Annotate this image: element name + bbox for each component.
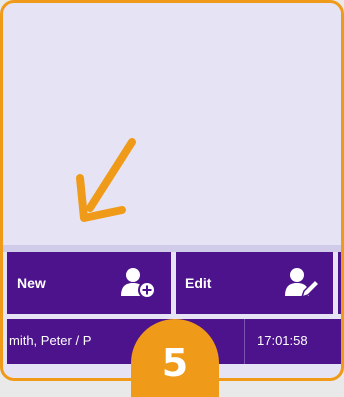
edit-user-icon [284, 266, 321, 305]
content-area [9, 9, 341, 245]
step-number-badge: 5 [131, 319, 219, 397]
record-time: 17:01:58 [257, 333, 308, 348]
next-toolbar-button[interactable] [338, 252, 341, 314]
add-user-icon [120, 266, 156, 305]
new-button-label: New [17, 275, 46, 291]
edit-button-label: Edit [185, 275, 212, 291]
cell-separator [244, 319, 245, 364]
record-name: mith, Peter / P [9, 333, 92, 348]
new-button[interactable]: New [7, 252, 171, 314]
edit-button[interactable]: Edit [176, 252, 333, 314]
arrow-down-left-icon [70, 138, 140, 235]
toolbar-divider [3, 245, 341, 252]
